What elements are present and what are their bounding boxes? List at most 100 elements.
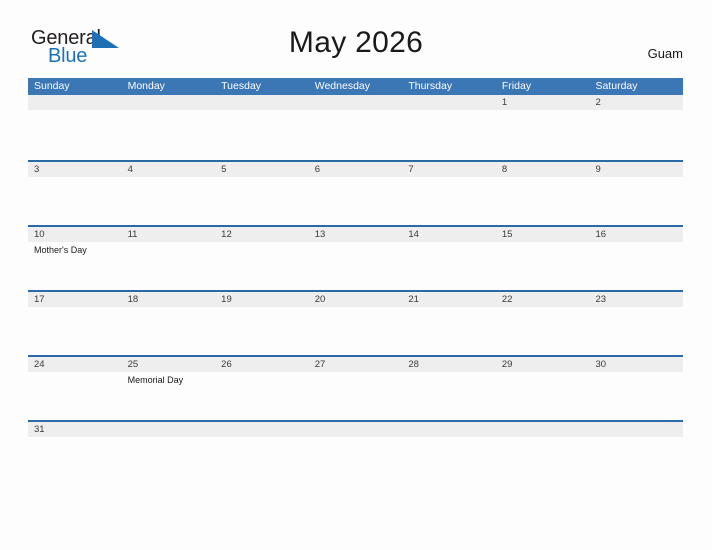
day-events[interactable] (309, 372, 403, 420)
day-number[interactable]: 20 (309, 292, 403, 307)
day-number[interactable]: 23 (589, 292, 683, 307)
day-number[interactable]: 19 (215, 292, 309, 307)
day-number[interactable]: 2 (589, 95, 683, 110)
day-number[interactable]: 13 (309, 227, 403, 242)
day-number[interactable]: 10 (28, 227, 122, 242)
day-events[interactable] (496, 437, 590, 450)
day-events[interactable] (215, 110, 309, 158)
day-events[interactable] (589, 110, 683, 158)
day-number[interactable]: 26 (215, 357, 309, 372)
week-date-band: 3 4 5 6 7 8 9 (28, 162, 683, 177)
day-events[interactable] (402, 110, 496, 158)
day-events[interactable] (402, 437, 496, 450)
day-events[interactable] (122, 177, 216, 225)
day-events[interactable] (496, 307, 590, 355)
day-number[interactable] (496, 422, 590, 437)
day-events[interactable] (402, 242, 496, 290)
day-number[interactable]: 17 (28, 292, 122, 307)
day-events[interactable] (28, 437, 122, 450)
day-events[interactable] (215, 242, 309, 290)
day-number[interactable]: 21 (402, 292, 496, 307)
event-label: Memorial Day (127, 375, 184, 385)
day-number[interactable]: 8 (496, 162, 590, 177)
day-events[interactable] (589, 372, 683, 420)
day-number[interactable]: 22 (496, 292, 590, 307)
day-events[interactable] (309, 437, 403, 450)
week-event-band (28, 177, 683, 225)
day-events[interactable] (309, 307, 403, 355)
day-events[interactable] (309, 242, 403, 290)
day-number[interactable]: 14 (402, 227, 496, 242)
day-events[interactable] (496, 372, 590, 420)
day-events[interactable] (402, 177, 496, 225)
day-number[interactable]: 11 (122, 227, 216, 242)
day-number[interactable]: 5 (215, 162, 309, 177)
day-number[interactable] (589, 422, 683, 437)
day-number[interactable] (122, 422, 216, 437)
day-number[interactable]: 29 (496, 357, 590, 372)
day-events[interactable] (215, 372, 309, 420)
weekday-header-thursday: Thursday (408, 80, 453, 92)
day-number[interactable]: 28 (402, 357, 496, 372)
day-number[interactable] (309, 422, 403, 437)
day-number[interactable] (28, 95, 122, 110)
day-events[interactable] (496, 242, 590, 290)
day-number[interactable]: 18 (122, 292, 216, 307)
day-events[interactable] (122, 242, 216, 290)
day-number[interactable]: 31 (28, 422, 122, 437)
day-events[interactable] (589, 177, 683, 225)
day-number[interactable]: 30 (589, 357, 683, 372)
day-events[interactable] (589, 437, 683, 450)
day-number[interactable]: 6 (309, 162, 403, 177)
day-events[interactable] (122, 307, 216, 355)
event-label: Mother's Day (34, 245, 87, 255)
day-number[interactable] (402, 95, 496, 110)
weekday-header-saturday: Saturday (595, 80, 638, 92)
day-number[interactable]: 3 (28, 162, 122, 177)
day-events[interactable] (402, 307, 496, 355)
week-event-band (28, 110, 683, 158)
weekday-header-tuesday: Tuesday (221, 80, 262, 92)
day-events[interactable] (28, 177, 122, 225)
day-events[interactable] (309, 177, 403, 225)
weekday-header-friday: Friday (501, 80, 532, 92)
day-number[interactable]: 7 (402, 162, 496, 177)
day-events[interactable] (122, 110, 216, 158)
day-events[interactable] (589, 307, 683, 355)
day-events[interactable] (215, 307, 309, 355)
day-number[interactable]: 25 (122, 357, 216, 372)
day-events[interactable] (496, 177, 590, 225)
day-number[interactable] (215, 422, 309, 437)
day-number[interactable]: 4 (122, 162, 216, 177)
day-events[interactable] (28, 307, 122, 355)
week-date-band: 31 (28, 422, 683, 437)
day-number[interactable]: 12 (215, 227, 309, 242)
week-row: 10 11 12 13 14 15 16 Mother's Day (28, 225, 683, 290)
day-number[interactable]: 16 (589, 227, 683, 242)
day-events[interactable]: Mother's Day (28, 242, 122, 290)
day-number[interactable] (309, 95, 403, 110)
day-events[interactable]: Memorial Day (122, 372, 216, 420)
week-row: 17 18 19 20 21 22 23 (28, 290, 683, 355)
day-number[interactable]: 15 (496, 227, 590, 242)
calendar-page: General Blue May 2026 Guam Sunday Monday… (0, 0, 712, 550)
day-events[interactable] (28, 110, 122, 158)
day-events[interactable] (402, 372, 496, 420)
week-date-band: 24 25 26 27 28 29 30 (28, 357, 683, 372)
day-number[interactable]: 24 (28, 357, 122, 372)
day-number[interactable]: 27 (309, 357, 403, 372)
day-events[interactable] (309, 110, 403, 158)
day-events[interactable] (496, 110, 590, 158)
day-number[interactable] (122, 95, 216, 110)
day-events[interactable] (28, 372, 122, 420)
day-events[interactable] (589, 242, 683, 290)
day-number[interactable]: 9 (589, 162, 683, 177)
day-events[interactable] (215, 437, 309, 450)
day-events[interactable] (215, 177, 309, 225)
page-title: May 2026 (288, 26, 424, 59)
day-number[interactable] (402, 422, 496, 437)
day-events[interactable] (122, 437, 216, 450)
day-number[interactable]: 1 (496, 95, 590, 110)
day-number[interactable] (215, 95, 309, 110)
locale-label: Guam (647, 46, 683, 61)
